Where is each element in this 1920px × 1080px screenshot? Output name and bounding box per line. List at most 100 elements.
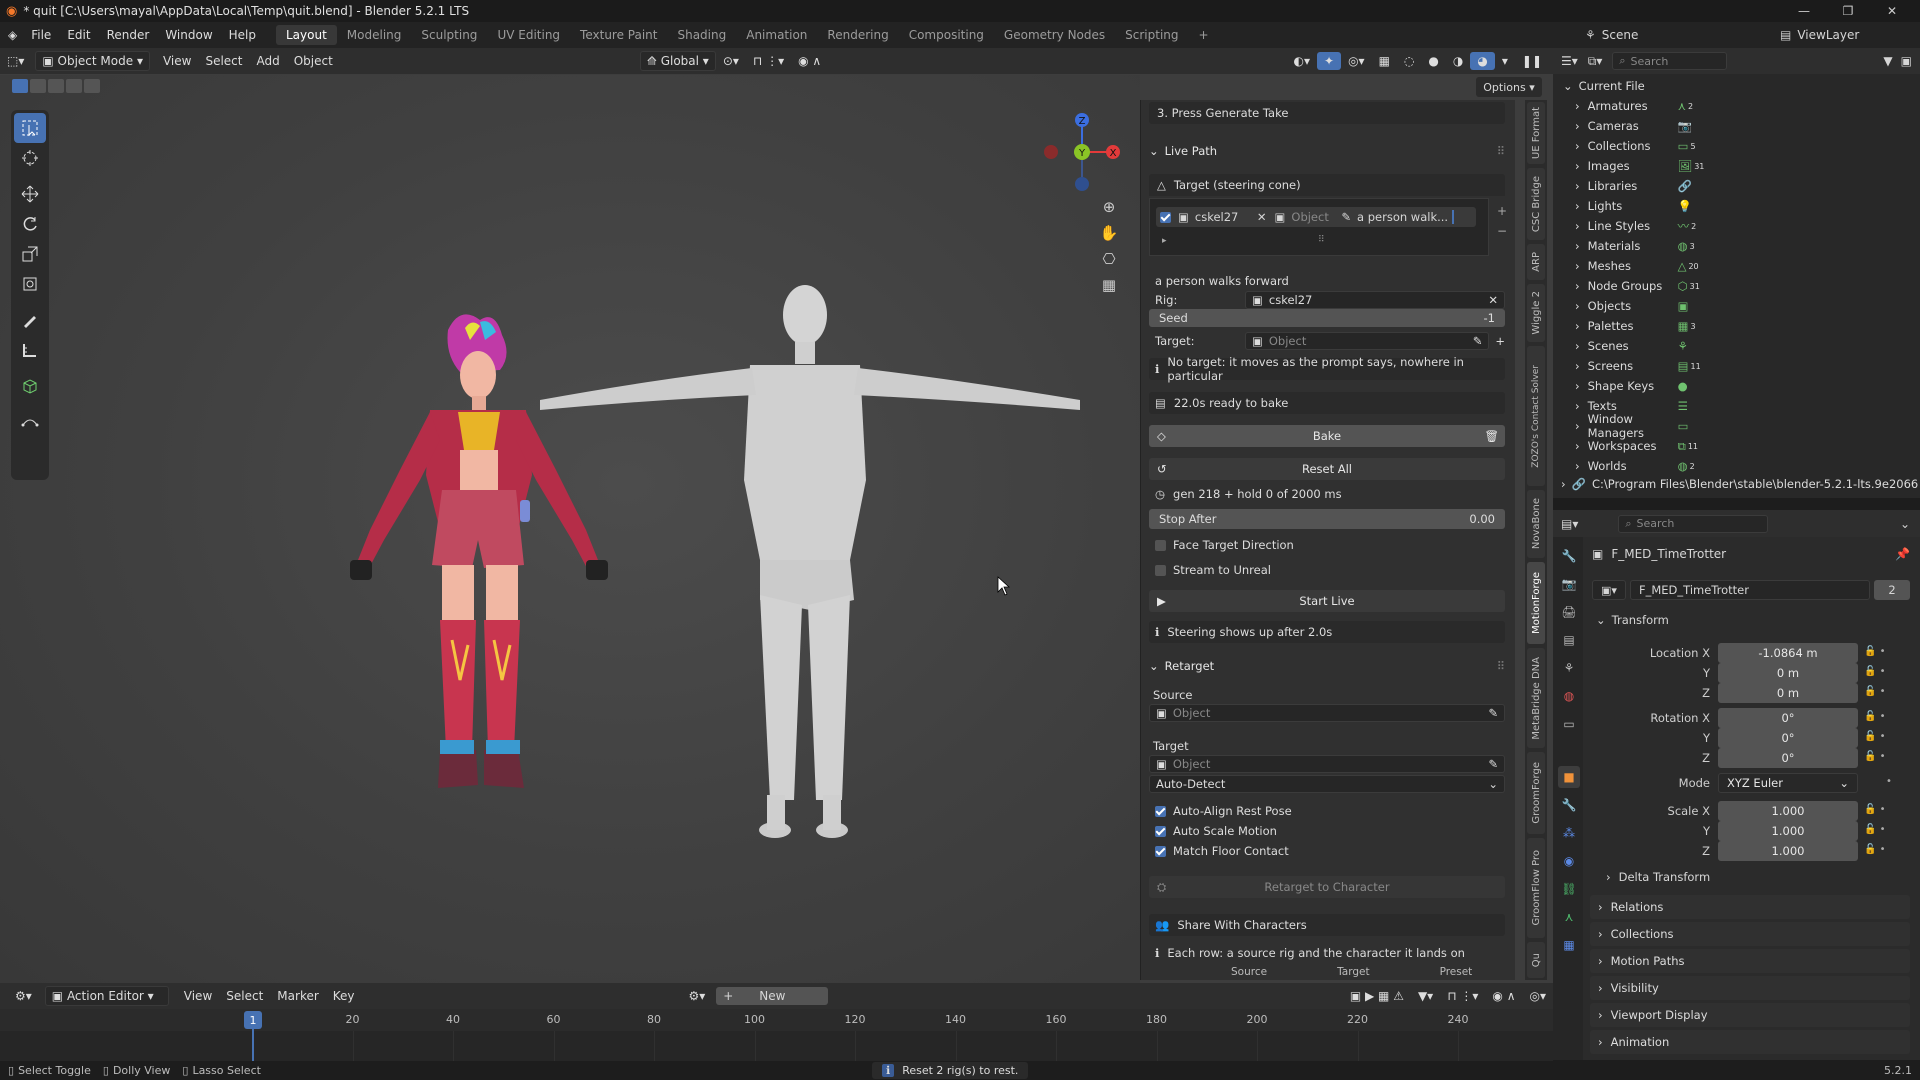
action-editor-type-icon[interactable]: ⚙▾	[8, 987, 39, 1005]
lock-icon[interactable]: 🔓 •	[1864, 731, 1886, 742]
timeline-menu-select[interactable]: Select	[219, 987, 270, 1005]
measure-tool-icon[interactable]	[14, 335, 46, 365]
rotation-x-field[interactable]: 0°	[1718, 708, 1858, 728]
tab-scripting[interactable]: Scripting	[1115, 25, 1188, 45]
drag-handle-icon[interactable]: ⠿	[1497, 144, 1505, 158]
expand-row-icon[interactable]: ▸	[1162, 236, 1167, 246]
expand-chevron-icon[interactable]: ›	[1575, 299, 1580, 313]
tab-modeling[interactable]: Modeling	[337, 25, 412, 45]
add-target-object-icon[interactable]: +	[1495, 334, 1505, 348]
gizmo-neg-z[interactable]	[1075, 177, 1089, 191]
row-object-field[interactable]: Object	[1291, 210, 1341, 224]
timeline-menu-marker[interactable]: Marker	[270, 987, 325, 1005]
select-invert-icon[interactable]	[66, 79, 82, 93]
stream-checkbox[interactable]	[1155, 564, 1166, 576]
tab-sculpting[interactable]: Sculpting	[411, 25, 487, 45]
add-workspace-icon[interactable]: +	[1189, 25, 1219, 45]
viewport-menu-add[interactable]: Add	[249, 52, 286, 70]
resize-handle-icon[interactable]: ⠿	[1318, 235, 1325, 245]
gizmo-neg-x[interactable]	[1044, 145, 1058, 159]
expand-chevron-icon[interactable]: ›	[1575, 259, 1580, 273]
match-floor-row[interactable]: Match Floor Contact	[1149, 840, 1505, 862]
tab-compositing[interactable]: Compositing	[899, 25, 994, 45]
tab-shading[interactable]: Shading	[667, 25, 736, 45]
viewport-display-section[interactable]: › Viewport Display	[1590, 1003, 1910, 1027]
constraint-tab-icon[interactable]: ⛓	[1558, 878, 1580, 900]
tab-qu[interactable]: Qu	[1527, 942, 1545, 978]
live-path-header[interactable]: ⌄ Live Path ⠿	[1149, 140, 1505, 162]
outliner-item-images[interactable]: › Images 🖼 31	[1575, 156, 1704, 176]
retarget-button[interactable]: ⛭ Retarget to Character	[1149, 876, 1505, 898]
menu-window[interactable]: Window	[157, 28, 220, 42]
current-frame-indicator[interactable]: 1	[244, 1011, 262, 1029]
tab-ue-format[interactable]: UE Format	[1527, 102, 1545, 164]
outliner-item-meshes[interactable]: › Meshes △ 20	[1575, 256, 1699, 276]
scale-tool-icon[interactable]	[14, 239, 46, 269]
tab-zozo-contact-solver[interactable]: ZOZO's Contact Solver	[1527, 346, 1545, 486]
outliner-item-lights[interactable]: › Lights 💡	[1575, 196, 1692, 216]
data-tab-icon[interactable]: ⋏	[1558, 906, 1580, 928]
navigation-gizmo[interactable]: Z X Y	[1035, 108, 1125, 198]
outliner-item-workspaces[interactable]: › Workspaces ⧉ 11	[1575, 436, 1698, 456]
clear-rig-field-icon[interactable]: ✕	[1488, 293, 1498, 307]
keyframe-area[interactable]	[0, 1031, 1553, 1061]
menu-help[interactable]: Help	[221, 28, 264, 42]
action-editor-mode-dropdown[interactable]: ▣ Action Editor ▾	[44, 986, 169, 1006]
lock-icon[interactable]: 🔓 •	[1864, 824, 1886, 835]
outliner-item-scenes[interactable]: › Scenes ⚘	[1575, 336, 1688, 356]
select-intersect-icon[interactable]	[84, 79, 100, 93]
eyedropper-icon[interactable]: ✎	[1341, 210, 1351, 224]
retarget-header[interactable]: ⌄ Retarget ⠿	[1149, 655, 1505, 677]
filter-icon[interactable]: ▼	[1883, 54, 1892, 68]
outliner-item-shape-keys[interactable]: › Shape Keys ●	[1575, 376, 1688, 396]
tab-motionforge[interactable]: MotionForge	[1527, 562, 1545, 644]
lock-icon[interactable]: 🔓 •	[1864, 711, 1886, 722]
location-y-field[interactable]: 0 m	[1718, 663, 1858, 683]
physics-tab-icon[interactable]: ◉	[1558, 850, 1580, 872]
tab-texture-paint[interactable]: Texture Paint	[570, 25, 667, 45]
curve-tool-icon[interactable]	[14, 407, 46, 437]
auto-align-checkbox[interactable]	[1155, 805, 1166, 817]
motion-paths-section[interactable]: › Motion Paths	[1590, 949, 1910, 973]
reset-all-button[interactable]: ↺ Reset All	[1149, 458, 1505, 480]
tab-metabridge-dna[interactable]: MetaBridge DNA	[1527, 648, 1545, 748]
tool-tab-icon[interactable]: 🔧	[1558, 545, 1580, 567]
expand-chevron-icon[interactable]: ›	[1575, 319, 1580, 333]
tab-animation[interactable]: Animation	[736, 25, 817, 45]
rotation-z-field[interactable]: 0°	[1718, 748, 1858, 768]
scale-x-field[interactable]: 1.000	[1718, 801, 1858, 821]
tab-rendering[interactable]: Rendering	[817, 25, 898, 45]
timeline-filter-icon[interactable]: ▼▾	[1411, 987, 1440, 1005]
pan-hand-icon[interactable]: ✋	[1100, 224, 1119, 242]
timeline-proportional-icon[interactable]: ◉ ∧	[1485, 987, 1522, 1005]
minimize-button[interactable]: —	[1782, 0, 1826, 22]
scene-tab-icon[interactable]: ⚘	[1558, 657, 1580, 679]
outliner-item-cameras[interactable]: › Cameras 📷	[1575, 116, 1692, 136]
tab-groomforge[interactable]: GroomForge	[1527, 752, 1545, 834]
lock-icon[interactable]: 🔓 •	[1864, 804, 1886, 815]
xray-icon[interactable]: ▦	[1372, 52, 1397, 70]
display-mode-icon[interactable]: ⧉▾	[1588, 54, 1603, 69]
expand-chevron-icon[interactable]: ›	[1575, 119, 1580, 133]
stop-after-field[interactable]: Stop After 0.00	[1149, 509, 1505, 529]
pin-icon[interactable]: 📌	[1895, 547, 1910, 561]
world-tab-icon[interactable]: ◍	[1558, 685, 1580, 707]
location-x-field[interactable]: -1.0864 m	[1718, 643, 1858, 663]
status-message[interactable]: ℹ Reset 2 rig(s) to rest.	[872, 1062, 1029, 1079]
rotation-y-field[interactable]: 0°	[1718, 728, 1858, 748]
timeline-menu-view[interactable]: View	[177, 987, 219, 1005]
outliner-item-screens[interactable]: › Screens ▤ 11	[1575, 356, 1701, 376]
cursor-tool-icon[interactable]	[14, 143, 46, 173]
expand-chevron-icon[interactable]: ›	[1575, 239, 1580, 253]
start-live-button[interactable]: ▶ Start Live	[1149, 590, 1505, 612]
properties-search[interactable]: ⌕ Search	[1618, 514, 1769, 533]
lock-icon[interactable]: 🔓 •	[1864, 646, 1886, 657]
select-extend-icon[interactable]	[30, 79, 46, 93]
timeline-menu-key[interactable]: Key	[326, 987, 362, 1005]
target-eyedropper-icon[interactable]: ✎	[1473, 334, 1483, 348]
source-object-field[interactable]: ▣ Object ✎	[1149, 704, 1505, 722]
camera-view-icon[interactable]: ⎔	[1102, 250, 1115, 268]
expand-chevron-icon[interactable]: ›	[1575, 379, 1580, 393]
view-layer-tab-icon[interactable]: ▤	[1558, 629, 1580, 651]
expand-chevron-icon[interactable]: ›	[1575, 419, 1580, 433]
